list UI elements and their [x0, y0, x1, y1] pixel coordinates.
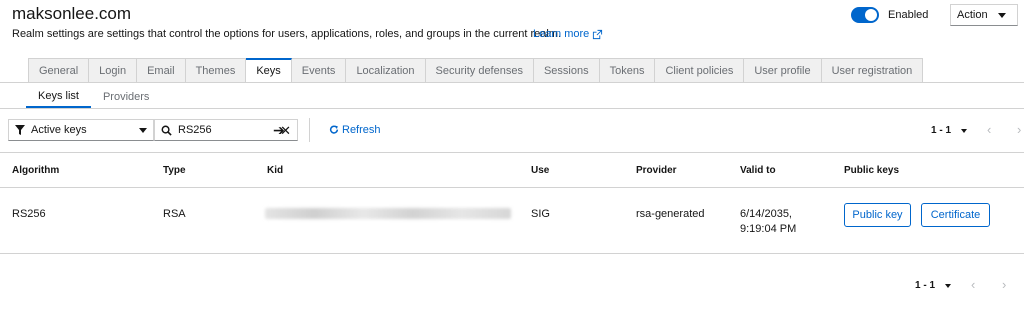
caret-down-icon	[961, 128, 968, 133]
tab-tokens[interactable]: Tokens	[599, 58, 656, 83]
learn-more-label: Learn more	[533, 28, 590, 40]
public-key-button[interactable]: Public key	[844, 203, 911, 227]
table-top-divider	[0, 152, 1024, 153]
subtab-keys-list[interactable]: Keys list	[26, 86, 91, 108]
key-filter-select[interactable]: Active keys	[8, 119, 154, 141]
refresh-label: Refresh	[342, 124, 381, 136]
tab-user-registration[interactable]: User registration	[821, 58, 924, 83]
column-header-kid[interactable]: Kid	[267, 165, 283, 176]
realm-description: Realm settings are settings that control…	[12, 28, 562, 40]
column-header-algorithm[interactable]: Algorithm	[12, 165, 59, 176]
subtab-providers[interactable]: Providers	[91, 86, 161, 108]
tab-localization[interactable]: Localization	[346, 58, 426, 83]
toolbar-divider	[309, 118, 310, 142]
subtabs-divider	[0, 108, 1024, 109]
enabled-toggle[interactable]	[851, 7, 879, 23]
learn-more-link[interactable]: Learn more	[533, 28, 603, 40]
tab-sessions[interactable]: Sessions	[533, 58, 600, 83]
tab-security-defenses[interactable]: Security defenses	[425, 58, 534, 83]
tab-client-policies[interactable]: Client policies	[655, 58, 745, 83]
realm-title: maksonlee.com	[12, 4, 132, 23]
caret-down-icon	[139, 127, 147, 133]
cell-algorithm: RS256	[12, 208, 46, 220]
filter-label: Active keys	[31, 124, 87, 136]
cell-type: RSA	[163, 208, 186, 220]
table-header-divider	[0, 187, 1024, 188]
cell-valid-to-time: 9:19:04 PM	[740, 223, 797, 235]
search-input[interactable]	[178, 124, 248, 136]
tab-keys[interactable]: Keys	[246, 58, 292, 83]
action-dropdown[interactable]: Action	[950, 4, 1018, 26]
column-header-public-keys: Public keys	[844, 165, 900, 176]
column-header-valid-to[interactable]: Valid to	[740, 165, 776, 176]
realm-settings-tabs: General Login Email Themes Keys Events L…	[28, 58, 924, 83]
tab-email[interactable]: Email	[137, 58, 186, 83]
pagination-range: 1 - 1	[931, 125, 952, 136]
tab-user-profile[interactable]: User profile	[744, 58, 822, 83]
arrow-right-icon[interactable]: ➔	[273, 123, 285, 137]
enabled-label: Enabled	[888, 9, 929, 21]
table-row-divider	[0, 253, 1024, 254]
keys-subtabs: Keys list Providers	[26, 86, 161, 108]
tab-themes[interactable]: Themes	[185, 58, 247, 83]
tab-login[interactable]: Login	[89, 58, 138, 83]
external-link-icon	[593, 29, 603, 39]
previous-page-icon[interactable]: ‹	[971, 278, 975, 291]
column-header-use[interactable]: Use	[531, 165, 549, 176]
next-page-icon[interactable]: ›	[1002, 278, 1006, 291]
action-label: Action	[957, 9, 988, 21]
certificate-button[interactable]: Certificate	[921, 203, 990, 227]
next-page-icon[interactable]: ›	[1017, 123, 1021, 136]
refresh-button[interactable]: Refresh	[329, 124, 381, 136]
column-header-provider[interactable]: Provider	[636, 165, 677, 176]
tab-general[interactable]: General	[28, 58, 90, 83]
caret-down-icon	[997, 12, 1006, 18]
cell-kid-redacted	[265, 208, 511, 219]
tabs-divider	[0, 82, 1024, 83]
pagination-top[interactable]: 1 - 1	[931, 125, 968, 136]
filter-icon	[15, 125, 25, 135]
tab-events[interactable]: Events	[291, 58, 347, 83]
cell-valid-to-date: 6/14/2035,	[740, 208, 792, 220]
pagination-range: 1 - 1	[915, 280, 936, 291]
column-header-type[interactable]: Type	[163, 165, 186, 176]
pagination-bottom[interactable]: 1 - 1	[915, 280, 952, 291]
toggle-knob	[865, 9, 877, 21]
cell-use: SIG	[531, 208, 550, 220]
search-icon	[161, 125, 172, 136]
cell-provider: rsa-generated	[636, 208, 705, 220]
previous-page-icon[interactable]: ‹	[987, 123, 991, 136]
caret-down-icon	[945, 283, 952, 288]
refresh-icon	[329, 125, 339, 134]
